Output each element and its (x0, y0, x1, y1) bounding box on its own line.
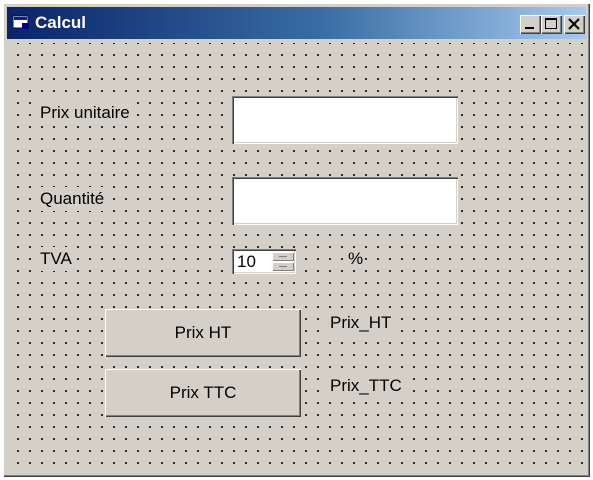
prix-ttc-output: Prix_TTC (326, 374, 406, 398)
prix-ttc-button[interactable]: Prix TTC (105, 369, 301, 417)
maximize-button[interactable] (541, 15, 562, 34)
prix-unitaire-input[interactable] (232, 96, 458, 144)
close-button[interactable] (564, 15, 585, 34)
window-title: Calcul (35, 13, 87, 32)
app-window: Calcul Prix unitaire Quantité TVA 10 % P… (3, 3, 590, 477)
tva-spin-input[interactable]: 10 (232, 249, 296, 274)
quantite-label: Quantité (40, 187, 105, 211)
percent-label: % (346, 249, 366, 269)
close-icon (568, 18, 580, 30)
spin-down-button[interactable] (272, 262, 294, 271)
quantite-input[interactable] (232, 177, 458, 225)
minimize-button[interactable] (520, 15, 541, 34)
minimize-icon (525, 27, 534, 29)
spin-up-button[interactable] (272, 252, 294, 261)
prix-ht-output: Prix_HT (326, 311, 396, 335)
tva-value: 10 (237, 252, 256, 271)
spin-up-icon (279, 256, 287, 257)
spin-down-icon (279, 266, 287, 267)
form-client-area: Prix unitaire Quantité TVA 10 % Prix HT … (7, 43, 586, 474)
prix-unitaire-label: Prix unitaire (40, 101, 130, 125)
app-icon (13, 15, 29, 29)
prix-ht-button[interactable]: Prix HT (105, 309, 301, 357)
maximize-icon (545, 18, 557, 29)
tva-label: TVA (40, 247, 72, 271)
title-bar[interactable]: Calcul (7, 7, 586, 39)
